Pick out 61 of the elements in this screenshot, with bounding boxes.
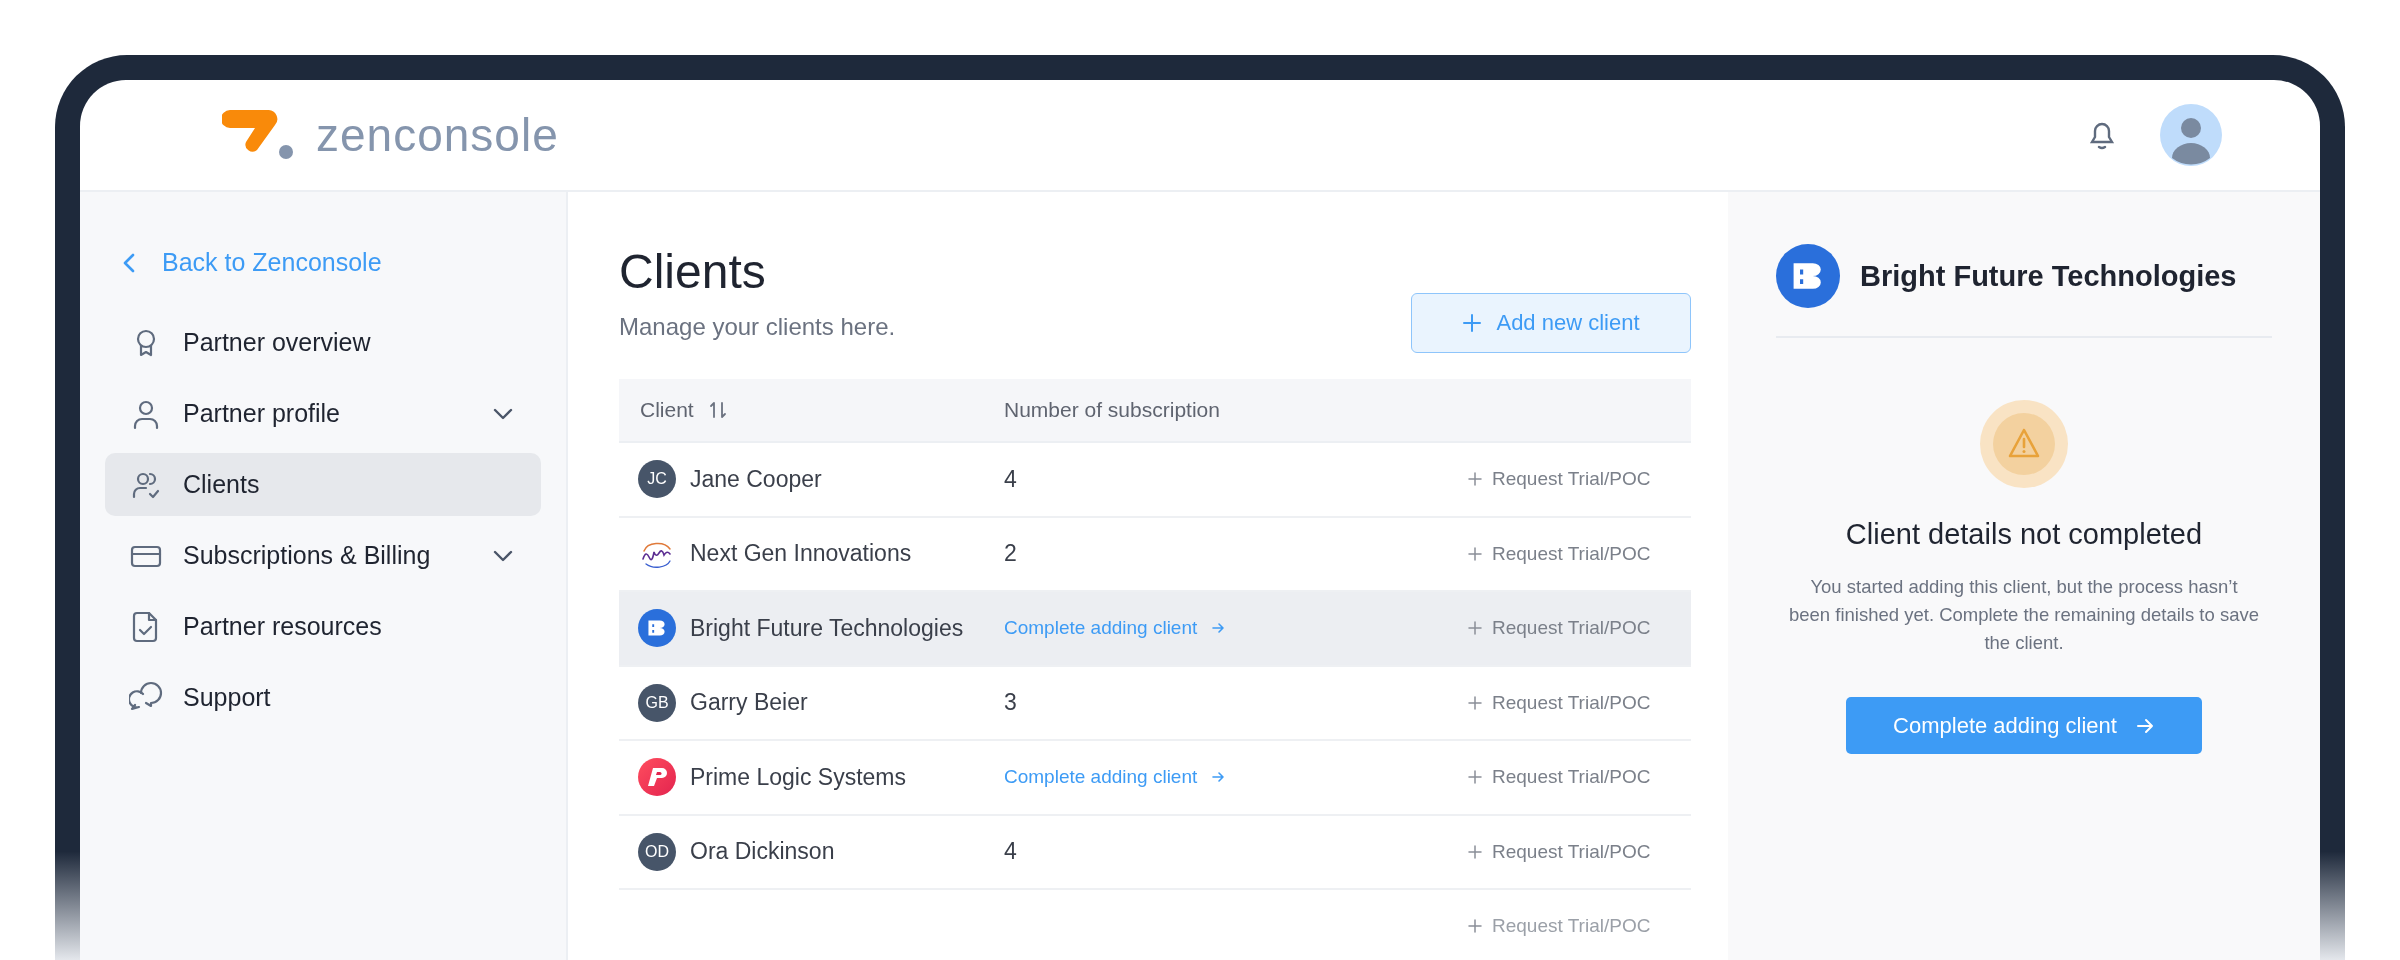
logo-wordmark: zenconsole <box>316 108 559 162</box>
user-avatar[interactable] <box>2160 104 2222 166</box>
client-name: Bright Future Technologies <box>690 614 964 642</box>
initials-avatar: JC <box>638 460 676 499</box>
warning-icon <box>1980 400 2068 488</box>
plus-icon[interactable] <box>1468 621 1482 636</box>
chevron-icon[interactable] <box>493 549 513 562</box>
page-title: Clients <box>619 244 767 299</box>
complete-adding-client-link[interactable]: Complete adding client <box>1004 766 1226 789</box>
request-trial-link[interactable]: Request Trial/POC <box>1468 617 1651 640</box>
request-trial-link[interactable]: Request Trial/POC <box>1468 542 1651 565</box>
plus-icon[interactable] <box>1468 472 1482 487</box>
letter-p-logo-icon <box>638 758 676 797</box>
sidebar-item[interactable]: Partner overview <box>105 311 541 374</box>
page-subtitle: Manage your clients here. <box>619 313 896 341</box>
plus-icon[interactable] <box>1468 844 1482 859</box>
client-name: Garry Beier <box>690 689 808 717</box>
column-header: Number of subscription <box>1004 398 1221 422</box>
letter-b-logo-icon <box>1776 244 1840 308</box>
request-trial-link[interactable]: Request Trial/POC <box>1468 766 1651 789</box>
subscription-count: 3 <box>1004 689 1017 717</box>
subscription-count: 4 <box>1004 838 1017 866</box>
plus-icon[interactable] <box>1468 919 1482 934</box>
table-row[interactable]: Prime Logic Systems Complete adding client Request Trial/POC <box>619 741 1691 816</box>
warning-heading: Client details not completed <box>1845 518 2203 551</box>
arrow-right-icon[interactable] <box>1211 770 1226 785</box>
client-title: Bright Future Technologies <box>1860 259 2237 293</box>
chevron-icon[interactable] <box>493 407 513 420</box>
initials-avatar: GB <box>638 683 676 722</box>
subscription-count: 4 <box>1004 465 1017 493</box>
plus-icon[interactable] <box>1462 313 1483 333</box>
client-name: Jane Cooper <box>690 465 822 493</box>
sidebar-item[interactable]: Subscriptions & Billing <box>105 524 541 587</box>
sidebar-item[interactable]: Partner resources <box>105 595 541 658</box>
subscription-count: 2 <box>1004 540 1017 568</box>
arrow-right-icon[interactable] <box>1211 621 1226 636</box>
request-trial-link[interactable]: Request Trial/POC <box>1468 468 1651 491</box>
column-header[interactable]: Client <box>619 398 1004 422</box>
sidebar-item[interactable]: Support <box>105 666 541 729</box>
client-name: Next Gen Innovations <box>690 540 912 568</box>
back-chevron-icon[interactable] <box>122 251 136 274</box>
sidebar-item[interactable]: Partner profile <box>105 382 541 445</box>
logo-mark-icon <box>222 110 294 160</box>
table-row[interactable]: OD Ora Dickinson 4 Request Trial/POC <box>619 815 1691 890</box>
letter-b-logo-icon <box>638 609 676 648</box>
table-row-selected[interactable]: Bright Future Technologies Complete adding client Request Trial/POC <box>619 592 1691 667</box>
sidebar-item[interactable]: Clients <box>105 453 541 516</box>
request-trial-link[interactable]: Request Trial/POC <box>1468 840 1651 863</box>
sort-icon[interactable] <box>707 400 728 420</box>
plus-icon[interactable] <box>1468 695 1482 710</box>
initials-avatar: OD <box>638 832 676 871</box>
client-name: Prime Logic Systems <box>690 763 906 791</box>
table-row[interactable]: JC Jane Cooper 4 Request Trial/POC <box>619 443 1691 518</box>
notification-bell-icon[interactable] <box>2088 120 2116 150</box>
plus-icon[interactable] <box>1468 546 1482 561</box>
complete-adding-client-button[interactable]: Complete adding client <box>1846 697 2202 754</box>
request-trial-link[interactable]: Request Trial/POC <box>1468 691 1651 714</box>
client-name: Ora Dickinson <box>690 838 835 866</box>
warning-message: You started adding this client, but the process hasn’t been finished yet. Complete the remaining details to save the client. <box>1789 575 2259 655</box>
plus-icon[interactable] <box>1468 770 1482 785</box>
table-row[interactable]: GB Garry Beier 3 Request Trial/POC <box>619 666 1691 741</box>
